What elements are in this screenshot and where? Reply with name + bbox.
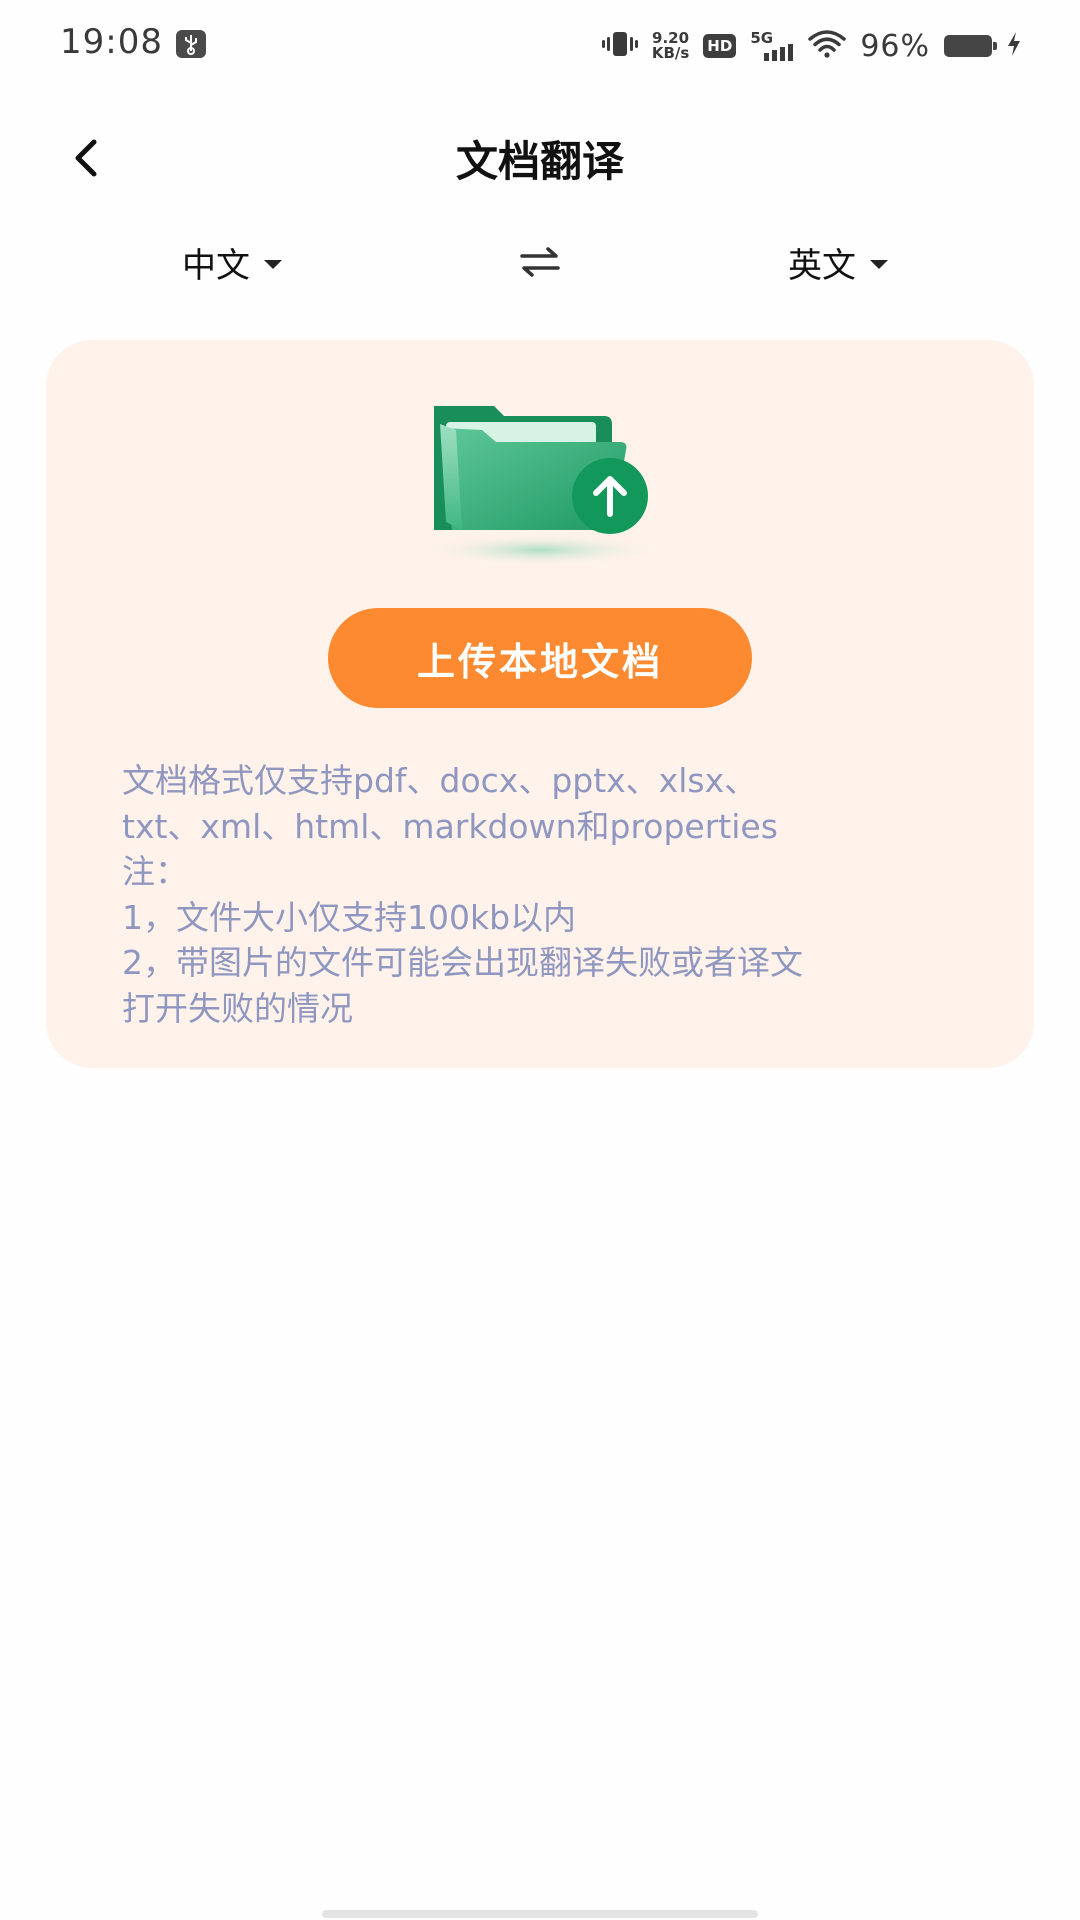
header: 文档翻译 <box>0 110 1080 200</box>
note-line: 打开失败的情况 <box>122 988 353 1028</box>
hd-icon: HD <box>703 34 737 58</box>
language-selector: 中文 英文 <box>0 230 1080 294</box>
battery-percent: 96% <box>860 28 930 64</box>
swap-arrows-icon <box>520 247 560 277</box>
caret-down-icon <box>264 260 282 269</box>
usb-debug-icon <box>176 30 206 58</box>
source-language-dropdown[interactable]: 中文 <box>182 238 282 287</box>
vibrate-icon <box>601 29 638 63</box>
status-bar: 19:08 9.20 KB/s HD 5G 96% <box>0 0 1080 92</box>
screen: 19:08 9.20 KB/s HD 5G 96% 文档翻译 中文 英文 上传本… <box>0 0 1080 1920</box>
note-line: 2，带图片的文件可能会出现翻译失败或者译文 <box>122 943 803 982</box>
note-line: txt、xml、html、markdown和properties <box>122 806 778 846</box>
source-language-label: 中文 <box>182 246 250 286</box>
signal-5g-icon: 5G <box>750 29 794 61</box>
home-indicator[interactable] <box>322 1910 758 1918</box>
upload-card: 上传本地文档 文档格式仅支持pdf、docx、pptx、xlsx、 txt、xm… <box>46 340 1034 1068</box>
note-line: 1，文件大小仅支持100kb以内 <box>122 897 577 937</box>
upload-local-document-button[interactable]: 上传本地文档 <box>328 608 752 708</box>
target-language-dropdown[interactable]: 英文 <box>788 238 888 287</box>
folder-upload-icon <box>412 400 668 570</box>
caret-down-icon <box>870 260 888 269</box>
battery-icon <box>944 35 997 57</box>
charging-icon <box>1006 31 1022 61</box>
wifi-icon <box>808 29 847 63</box>
net-speed: 9.20 KB/s <box>652 31 689 61</box>
net-speed-unit: KB/s <box>651 44 690 62</box>
format-notes: 文档格式仅支持pdf、docx、pptx、xlsx、 txt、xml、html、… <box>122 758 982 1031</box>
status-time: 19:08 <box>60 22 163 62</box>
target-language-label: 英文 <box>788 246 856 286</box>
note-line: 文档格式仅支持pdf、docx、pptx、xlsx、 <box>122 761 758 800</box>
note-line: 注： <box>122 852 188 891</box>
swap-languages-button[interactable] <box>512 236 568 288</box>
status-icons: 9.20 KB/s HD 5G 96% <box>601 24 1022 68</box>
page-title: 文档翻译 <box>455 137 624 186</box>
